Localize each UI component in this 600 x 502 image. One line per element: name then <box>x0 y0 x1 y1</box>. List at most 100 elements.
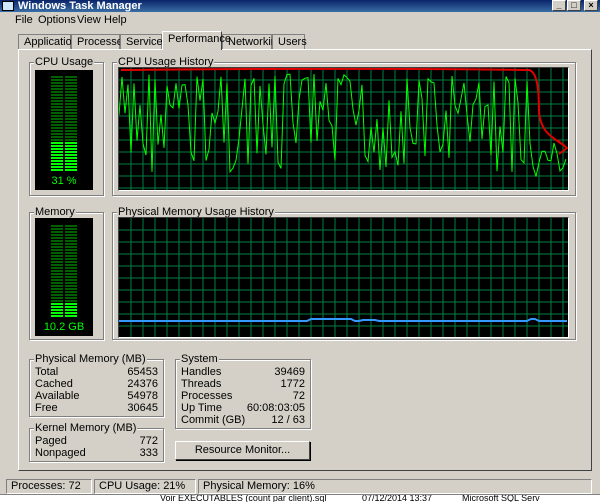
close-button[interactable]: × <box>584 0 598 11</box>
meter-dim-segment <box>65 139 77 141</box>
meter-dim-segment <box>65 240 77 242</box>
meter-dim-segment <box>65 133 77 135</box>
tab-performance[interactable]: Performance <box>162 31 231 50</box>
sys-commit-label: Commit (GB) <box>181 414 246 426</box>
meter-dim-segment <box>65 237 77 239</box>
meter-dim-segment <box>51 133 63 135</box>
title-bar: Windows Task Manager _ □ × <box>0 0 600 12</box>
meter-dim-segment <box>51 300 63 302</box>
sys-processes-label: Processes <box>181 390 233 402</box>
background-file-app: Microsoft SQL Serv <box>462 494 540 502</box>
memory-value: 10.2 GB <box>43 321 85 333</box>
km-nonpaged-value: 333 <box>139 447 158 459</box>
meter-lit-segment <box>51 142 63 144</box>
sys-handles-value: 39469 <box>274 366 305 378</box>
meter-dim-segment <box>51 124 63 126</box>
km-paged-value: 772 <box>139 435 158 447</box>
pm-available-value: 54978 <box>127 390 158 402</box>
menu-options[interactable]: Options <box>38 14 76 26</box>
memory-history-line <box>119 318 567 322</box>
cpu-history-graph <box>118 67 569 191</box>
meter-dim-segment <box>51 76 63 78</box>
status-physical-memory: Physical Memory: 16% <box>198 479 592 494</box>
physical-memory-label: Physical Memory (MB) <box>34 353 147 365</box>
meter-dim-segment <box>65 267 77 269</box>
meter-dim-segment <box>51 94 63 96</box>
meter-lit-segment <box>51 160 63 162</box>
meter-dim-segment <box>65 288 77 290</box>
meter-dim-segment <box>51 279 63 281</box>
meter-lit-segment <box>51 169 63 171</box>
window-title: Windows Task Manager <box>18 0 142 12</box>
meter-dim-segment <box>51 109 63 111</box>
meter-dim-segment <box>65 94 77 96</box>
meter-dim-segment <box>51 127 63 129</box>
meter-dim-segment <box>51 85 63 87</box>
meter-dim-segment <box>51 82 63 84</box>
pm-cached-label: Cached <box>35 378 73 390</box>
meter-lit-segment <box>65 145 77 147</box>
meter-lit-segment <box>51 157 63 159</box>
meter-dim-segment <box>65 276 77 278</box>
tab-users[interactable]: Users <box>272 34 307 50</box>
menu-help[interactable]: Help <box>104 14 127 26</box>
meter-dim-segment <box>65 291 77 293</box>
memory-history-graph <box>118 217 569 338</box>
meter-lit-segment <box>51 163 63 165</box>
meter-dim-segment <box>51 234 63 236</box>
meter-dim-segment <box>65 243 77 245</box>
meter-dim-segment <box>65 82 77 84</box>
meter-lit-segment <box>51 306 63 308</box>
meter-dim-segment <box>51 267 63 269</box>
meter-dim-segment <box>51 130 63 132</box>
cpu-usage-label: CPU Usage <box>34 56 95 68</box>
meter-dim-segment <box>65 234 77 236</box>
memory-history-plot <box>119 218 568 337</box>
menu-file[interactable]: File <box>15 14 33 26</box>
minimize-button[interactable]: _ <box>552 0 566 11</box>
cpu-history-line <box>118 73 567 177</box>
meter-dim-segment <box>51 103 63 105</box>
meter-dim-segment <box>65 225 77 227</box>
pm-total-label: Total <box>35 366 59 378</box>
maximize-button[interactable]: □ <box>567 0 581 11</box>
tab-services[interactable]: Services <box>120 34 168 50</box>
km-paged-label: Paged <box>35 435 67 447</box>
tab-processes[interactable]: Processes <box>71 34 128 50</box>
meter-dim-segment <box>65 246 77 248</box>
task-manager-icon <box>2 1 14 11</box>
pm-free-label: Free <box>35 402 58 414</box>
meter-dim-segment <box>51 270 63 272</box>
resource-monitor-button[interactable]: Resource Monitor... <box>175 441 310 460</box>
meter-lit-segment <box>65 303 77 305</box>
meter-dim-segment <box>65 136 77 138</box>
meter-dim-segment <box>51 228 63 230</box>
meter-lit-segment <box>65 154 77 156</box>
meter-lit-segment <box>65 148 77 150</box>
meter-dim-segment <box>65 76 77 78</box>
meter-dim-segment <box>51 297 63 299</box>
meter-dim-segment <box>51 97 63 99</box>
status-processes: Processes: 72 <box>6 479 92 494</box>
menu-view[interactable]: View <box>77 14 101 26</box>
meter-dim-segment <box>51 79 63 81</box>
meter-lit-segment <box>65 309 77 311</box>
meter-dim-segment <box>65 106 77 108</box>
meter-dim-segment <box>65 273 77 275</box>
meter-dim-segment <box>65 261 77 263</box>
meter-dim-segment <box>65 300 77 302</box>
meter-dim-segment <box>65 264 77 266</box>
meter-dim-segment <box>51 112 63 114</box>
meter-lit-segment <box>65 157 77 159</box>
meter-dim-segment <box>65 79 77 81</box>
meter-lit-segment <box>65 169 77 171</box>
meter-dim-segment <box>65 258 77 260</box>
tab-applications[interactable]: Applications <box>18 34 83 50</box>
meter-dim-segment <box>65 91 77 93</box>
sys-commit-value: 12 / 63 <box>271 414 305 426</box>
meter-dim-segment <box>65 118 77 120</box>
sys-processes-value: 72 <box>292 390 305 402</box>
meter-dim-segment <box>65 249 77 251</box>
cpu-usage-meter: 31 % <box>35 70 93 190</box>
meter-dim-segment <box>65 121 77 123</box>
